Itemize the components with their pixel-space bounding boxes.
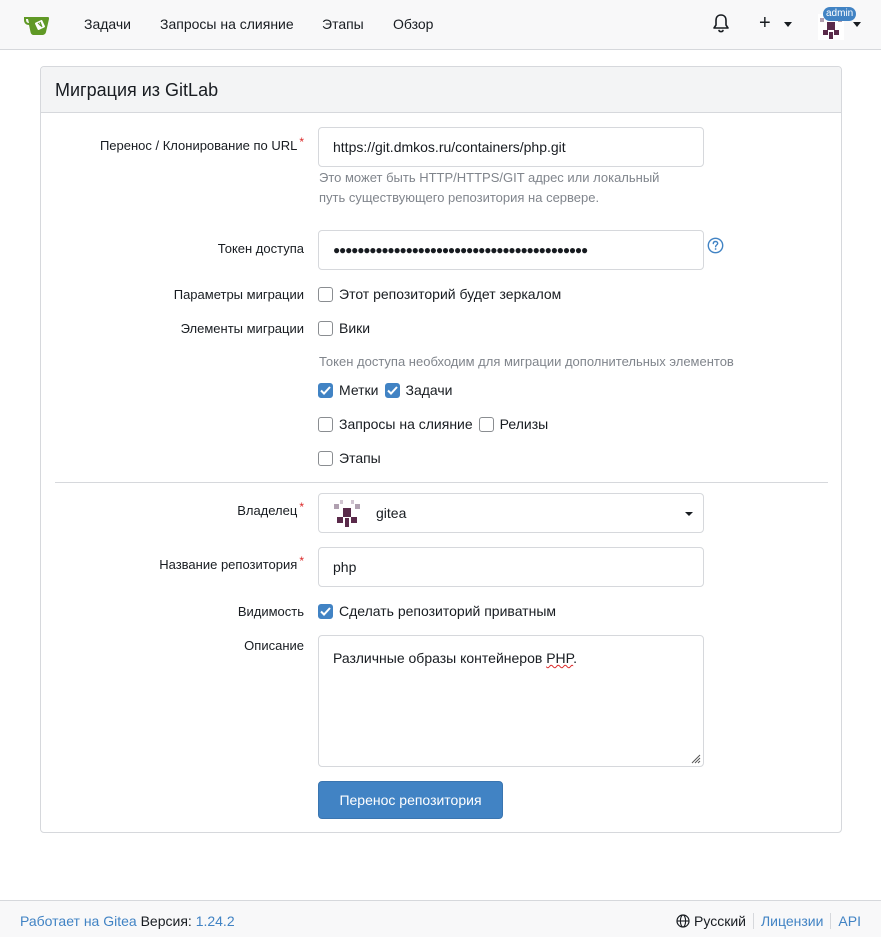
- page-footer: Работает на Gitea Версия: 1.24.2 Русский…: [0, 900, 881, 937]
- bell-icon[interactable]: [711, 13, 731, 35]
- chevron-down-icon: [685, 512, 693, 516]
- footer-separator: [830, 913, 832, 929]
- description-text: Различные образы контейнеров: [333, 650, 547, 666]
- required-asterisk: *: [299, 135, 304, 149]
- clone-url-value: https://git.dmkos.ru/containers/php.git: [333, 139, 566, 155]
- labels-issues-row: Метки Задачи: [318, 382, 453, 398]
- releases-checkbox-label: Релизы: [499, 416, 549, 432]
- owner-avatar: [332, 498, 362, 528]
- version-link[interactable]: 1.24.2: [196, 913, 235, 929]
- repo-name-input[interactable]: php: [318, 547, 704, 587]
- footer-links: Русский Лицензии API: [676, 913, 861, 929]
- private-option[interactable]: Сделать репозиторий приватным: [318, 603, 556, 619]
- private-checkbox-label: Сделать репозиторий приватным: [339, 603, 556, 619]
- url-label: Перенос / Клонирование по URL *: [99, 135, 304, 153]
- required-asterisk: *: [299, 500, 304, 514]
- repo-name-label: Название репозитория *: [159, 554, 304, 572]
- language-selector[interactable]: Русский: [694, 913, 746, 929]
- required-asterisk: *: [299, 554, 304, 568]
- nav-milestones[interactable]: Этапы: [322, 16, 364, 32]
- private-checkbox[interactable]: [318, 603, 333, 619]
- repo-name-value: php: [333, 559, 357, 575]
- wiki-option[interactable]: Вики: [318, 320, 370, 336]
- migration-items-label: Элементы миграции: [180, 321, 304, 336]
- access-token-input[interactable]: ●●●●●●●●●●●●●●●●●●●●●●●●●●●●●●●●●●●●●●●●…: [318, 230, 704, 270]
- milestones-checkbox[interactable]: [318, 450, 333, 466]
- milestones-option[interactable]: Этапы: [318, 450, 381, 466]
- pull-requests-checkbox-label: Запросы на слияние: [339, 416, 473, 432]
- checkmark-icon: [320, 385, 331, 395]
- migrate-repository-button[interactable]: Перенос репозитория: [318, 781, 503, 819]
- owner-value: gitea: [376, 505, 407, 521]
- version-label: Версия:: [140, 913, 192, 929]
- user-dropdown-caret-icon[interactable]: [853, 22, 861, 27]
- checkmark-icon: [320, 606, 331, 616]
- labels-checkbox[interactable]: [318, 382, 333, 398]
- licenses-link[interactable]: Лицензии: [761, 913, 823, 929]
- visibility-label: Видимость: [237, 604, 304, 619]
- token-label: Токен доступа: [217, 241, 304, 256]
- description-label: Описание: [244, 638, 304, 653]
- items-help-text: Токен доступа необходим для миграции доп…: [319, 354, 734, 369]
- api-link[interactable]: API: [838, 913, 861, 929]
- footer-separator: [752, 913, 754, 929]
- access-token-value: ●●●●●●●●●●●●●●●●●●●●●●●●●●●●●●●●●●●●●●●●…: [333, 243, 588, 257]
- create-new-plus-icon[interactable]: +: [759, 12, 771, 35]
- gitea-logo-icon[interactable]: [22, 10, 54, 40]
- owner-label: Владелец *: [237, 500, 304, 518]
- checkmark-icon: [386, 385, 398, 395]
- powered-by-link[interactable]: Работает на Gitea: [20, 913, 137, 929]
- url-help-text: Это может быть HTTP/HTTPS/GIT адрес или …: [319, 170, 660, 205]
- description-text-end: .: [573, 650, 578, 666]
- footer-version-info: Работает на Gitea Версия: 1.24.2: [20, 913, 235, 929]
- page-title: Миграция из GitLab: [41, 67, 841, 113]
- issues-checkbox[interactable]: [384, 382, 400, 398]
- wiki-checkbox-label: Вики: [339, 320, 371, 336]
- clone-url-input[interactable]: https://git.dmkos.ru/containers/php.git: [318, 127, 704, 167]
- mirror-option[interactable]: Этот репозиторий будет зеркалом: [318, 286, 561, 302]
- nav-explore[interactable]: Обзор: [393, 16, 433, 32]
- description-misspelled-word: PHP: [546, 650, 574, 666]
- description-textarea[interactable]: Различные образы контейнеров PHP.: [318, 635, 704, 767]
- mirror-checkbox-label: Этот репозиторий будет зеркалом: [339, 286, 562, 302]
- nav-issues[interactable]: Задачи: [84, 16, 131, 32]
- issues-checkbox-label: Задачи: [405, 382, 453, 398]
- owner-select[interactable]: gitea: [318, 493, 704, 533]
- form-divider: [55, 482, 828, 483]
- pull-requests-checkbox[interactable]: [318, 416, 333, 432]
- milestones-checkbox-label: Этапы: [339, 450, 381, 466]
- create-dropdown-caret-icon[interactable]: [784, 22, 792, 27]
- migration-params-label: Параметры миграции: [173, 287, 304, 302]
- resize-handle-icon[interactable]: [689, 752, 701, 764]
- globe-icon: [676, 914, 690, 928]
- nav-pull-requests[interactable]: Запросы на слияние: [160, 16, 294, 32]
- mirror-checkbox[interactable]: [318, 286, 333, 302]
- question-help-icon[interactable]: [707, 237, 724, 254]
- top-navbar: Задачи Запросы на слияние Этапы Обзор + …: [0, 0, 881, 50]
- releases-checkbox[interactable]: [478, 416, 494, 432]
- pulls-releases-row: Запросы на слияние Релизы: [318, 416, 548, 432]
- wiki-checkbox[interactable]: [318, 320, 333, 336]
- admin-badge: admin: [823, 7, 857, 21]
- labels-checkbox-label: Метки: [339, 382, 379, 398]
